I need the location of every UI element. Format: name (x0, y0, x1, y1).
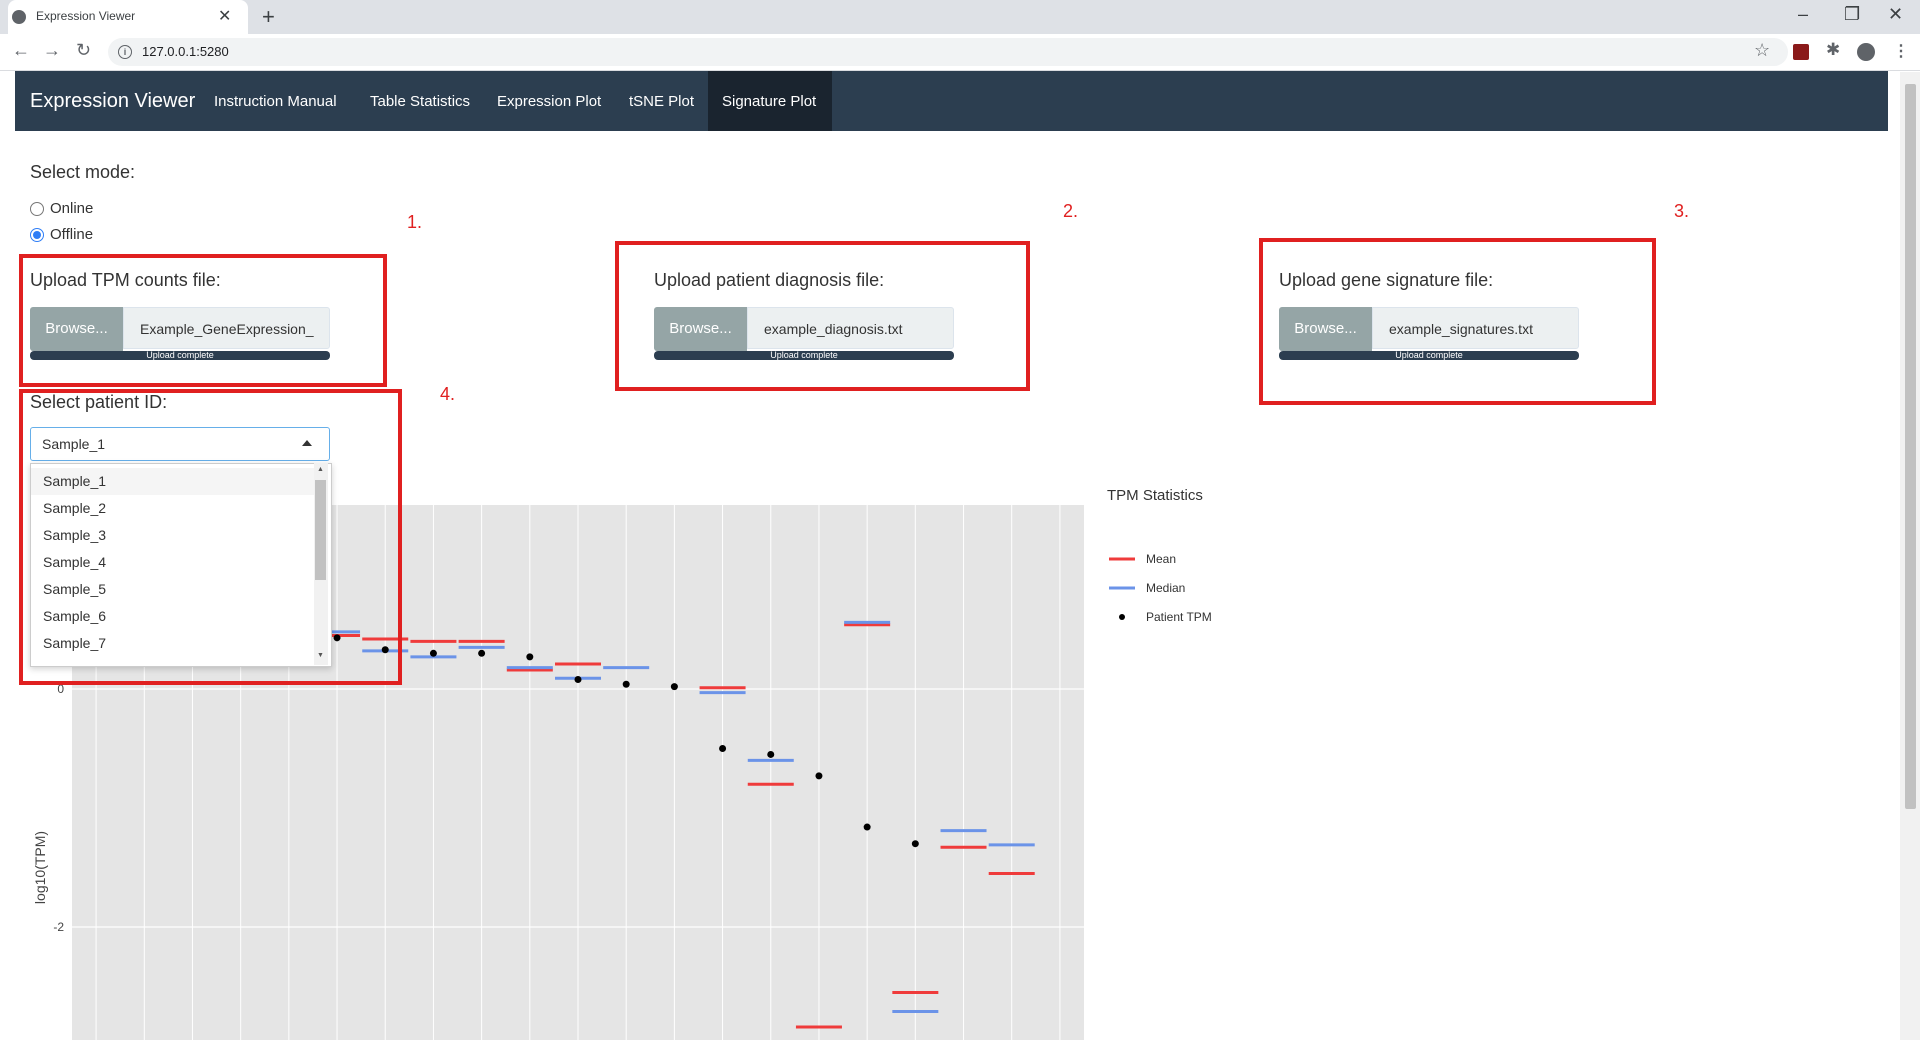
tab-instruction-manual[interactable]: Instruction Manual (214, 93, 337, 110)
legend-title: TPM Statistics (1107, 487, 1203, 504)
browser-tab-strip (0, 0, 1920, 34)
patient-tpm-point (429, 649, 437, 657)
new-tab-icon[interactable]: + (262, 4, 275, 30)
legend-patient-swatch (1119, 614, 1125, 620)
radio-offline-label: Offline (50, 226, 94, 243)
legend-swatches (1109, 557, 1135, 620)
y-axis-label: log10(TPM) (32, 831, 48, 904)
reload-icon[interactable]: ↻ (76, 40, 91, 61)
app-brand[interactable]: Expression Viewer (30, 90, 195, 113)
diagnosis-upload-progress: Upload complete (654, 351, 954, 360)
step-2-label: 2. (1063, 201, 1079, 221)
patient-tpm-point (767, 750, 775, 758)
tab-title: Expression Viewer (36, 9, 136, 23)
tab-expression-plot[interactable]: Expression Plot (497, 93, 601, 110)
tab-table-statistics[interactable]: Table Statistics (370, 93, 470, 110)
step-1-label: 1. (407, 212, 423, 232)
info-icon[interactable]: i (118, 45, 132, 59)
browse-tpm-button[interactable]: Browse... (30, 307, 123, 351)
url-text: 127.0.0.1:5280 (142, 44, 229, 59)
legend-mean-label[interactable]: Mean (1146, 552, 1176, 566)
radio-offline[interactable] (30, 228, 44, 242)
close-tab-icon[interactable]: ✕ (218, 6, 231, 26)
patient-tpm-point (526, 653, 534, 661)
patient-tpm-point (719, 745, 727, 752)
radio-online[interactable] (30, 202, 44, 216)
patient-tpm-point (622, 680, 630, 688)
patient-tpm-point (815, 772, 823, 780)
radio-online-label: Online (50, 200, 94, 217)
puzzle-icon[interactable]: ✱ (1826, 40, 1840, 60)
tab-signature-plot[interactable]: Signature Plot (722, 93, 816, 110)
patient-tpm-point (478, 649, 486, 657)
upload-diagnosis-label: Upload patient diagnosis file: (654, 270, 885, 290)
patient-tpm-point (911, 840, 919, 848)
legend-median-label[interactable]: Median (1146, 581, 1185, 595)
diagnosis-filename-field: example_diagnosis.txt (747, 307, 954, 349)
upload-tpm-label: Upload TPM counts file: (30, 270, 221, 290)
step-4-label: 4. (440, 384, 456, 404)
patient-tpm-point (863, 823, 871, 831)
star-icon[interactable]: ☆ (1754, 40, 1770, 61)
upload-signature-label: Upload gene signature file: (1279, 270, 1494, 290)
browse-diagnosis-button[interactable]: Browse... (654, 307, 747, 351)
close-window-icon[interactable]: ✕ (1888, 4, 1903, 25)
signature-upload-progress: Upload complete (1279, 351, 1579, 360)
y-tick-label: -2 (53, 920, 64, 934)
tpm-filename-field: Example_GeneExpression_ (123, 307, 330, 349)
forward-icon[interactable]: → (43, 40, 61, 61)
avatar[interactable] (1857, 43, 1875, 61)
patient-tpm-point (670, 683, 678, 691)
restore-icon[interactable]: ❐ (1844, 4, 1860, 25)
globe-icon (12, 10, 26, 24)
url-input[interactable] (108, 38, 1788, 66)
signature-filename-field: example_signatures.txt (1372, 307, 1579, 349)
page-scroll-thumb[interactable] (1905, 84, 1916, 809)
mode-label: Select mode: (30, 162, 136, 182)
minimize-icon[interactable]: – (1798, 4, 1808, 25)
tab-tsne-plot[interactable]: tSNE Plot (629, 93, 694, 110)
tpm-upload-progress: Upload complete (30, 351, 330, 360)
menu-icon[interactable]: ⋮ (1893, 41, 1909, 61)
pdf-extension-icon[interactable] (1793, 44, 1809, 60)
browse-signature-button[interactable]: Browse... (1279, 307, 1372, 351)
patient-tpm-point (574, 675, 582, 683)
step-3-label: 3. (1674, 201, 1690, 221)
back-icon[interactable]: ← (12, 40, 30, 61)
legend-patient-label[interactable]: Patient TPM (1146, 610, 1212, 624)
annotation-box-4 (19, 389, 402, 685)
